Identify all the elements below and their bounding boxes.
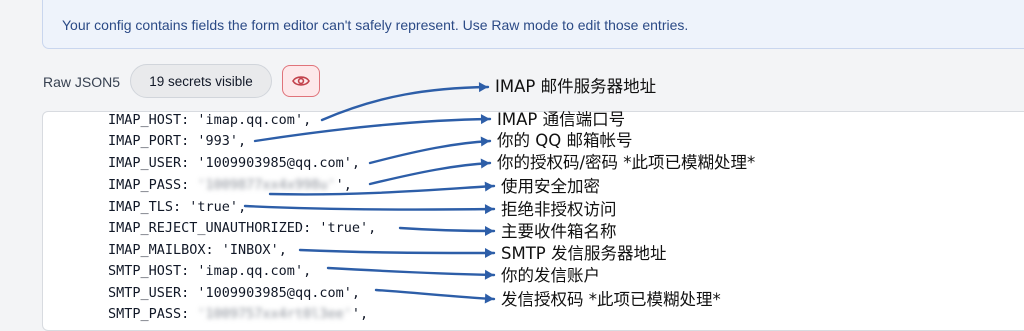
annotation-arrowhead-1 [478, 82, 488, 93]
annotation-arrow-1 [320, 85, 490, 122]
annotation-arrowhead-4 [480, 158, 490, 169]
annotation-arrows [243, 82, 496, 304]
annotation-arrow-6 [243, 204, 496, 211]
annotation-arrowhead-9 [484, 269, 494, 280]
annotation-arrow-10 [374, 288, 496, 301]
annotation-arrowhead-2 [480, 114, 490, 125]
annotation-arrowhead-8 [485, 248, 494, 258]
annotation-arrow-7 [398, 226, 496, 233]
annotation-arrow-8 [298, 248, 496, 255]
annotation-arrow-3 [368, 139, 492, 165]
annotation-arrowhead-10 [484, 293, 494, 304]
annotation-arrow-4 [368, 161, 492, 186]
annotation-arrowhead-6 [484, 204, 494, 215]
annotation-arrowhead-3 [480, 136, 490, 147]
annotation-arrow-5 [268, 184, 496, 196]
annotation-arrow-2 [253, 117, 492, 143]
annotation-arrow-9 [326, 266, 496, 277]
annotation-arrowhead-7 [485, 226, 494, 236]
annotation-arrowhead-5 [484, 181, 494, 192]
